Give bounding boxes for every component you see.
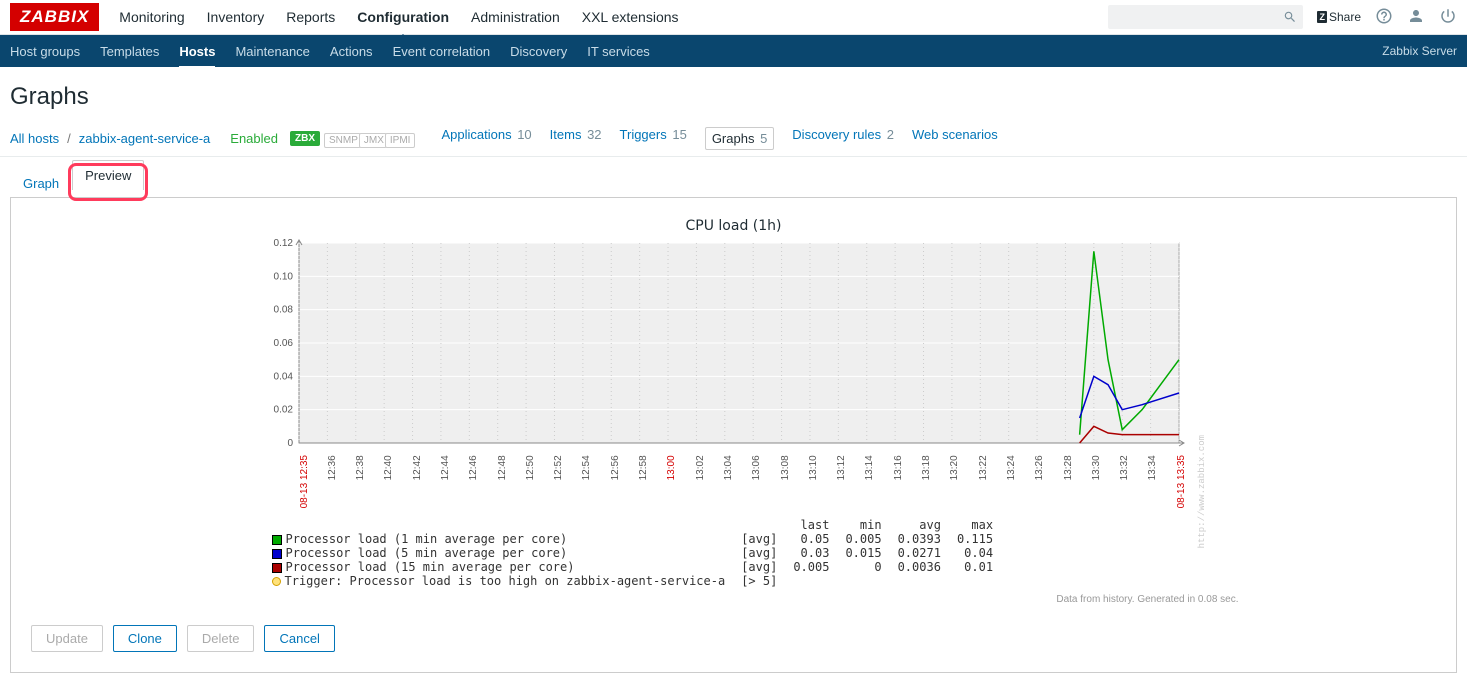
subnav-item-maintenance[interactable]: Maintenance (235, 37, 309, 66)
x-tick: 13:02 (695, 455, 723, 508)
x-tick: 08-13 12:35 (299, 455, 327, 508)
host-nav-web-scenarios[interactable]: Web scenarios (912, 127, 998, 150)
legend-row: Processor load (1 min average per core)[… (264, 532, 1002, 546)
search-input[interactable] (1108, 5, 1303, 29)
interface-badge-ipmi: IPMI (385, 133, 416, 148)
sub-nav: Host groups Templates Hosts Maintenance Acti… (0, 35, 1467, 67)
x-tick: 12:52 (553, 455, 581, 508)
topnav-item-inventory[interactable]: Inventory (207, 1, 265, 33)
subnav-item-it-services[interactable]: IT services (587, 37, 650, 66)
legend-trigger-row: Trigger: Processor load is too high on z… (264, 574, 1002, 588)
x-tick: 12:54 (581, 455, 609, 508)
x-tick: 13:06 (751, 455, 779, 508)
topnav-item-administration[interactable]: Administration (471, 1, 560, 33)
x-tick: 13:12 (836, 455, 864, 508)
svg-text:0.10: 0.10 (273, 271, 293, 282)
logo: ZABBIX (10, 3, 99, 31)
x-tick: 13:24 (1006, 455, 1034, 508)
x-tick: 12:42 (412, 455, 440, 508)
host-nav-discovery-rules[interactable]: Discovery rules 2 (792, 127, 894, 150)
watermark: http://www.zabbix.com (1197, 435, 1207, 548)
share-link[interactable]: ZShare (1317, 10, 1361, 24)
user-icon[interactable] (1407, 7, 1425, 28)
host-nav-applications[interactable]: Applications 10 (441, 127, 531, 150)
clone-button[interactable]: Clone (113, 625, 177, 652)
topnav-item-configuration[interactable]: Configuration (357, 1, 449, 33)
x-tick: 12:44 (440, 455, 468, 508)
x-tick: 13:08 (780, 455, 808, 508)
chart-legend: lastminavgmaxProcessor load (1 min avera… (264, 518, 1204, 588)
host-nav-triggers[interactable]: Triggers 15 (620, 127, 687, 150)
search-box (1108, 5, 1303, 29)
svg-text:0.06: 0.06 (273, 338, 293, 349)
x-tick: 12:40 (383, 455, 411, 508)
x-tick: 12:58 (638, 455, 666, 508)
svg-text:0.08: 0.08 (273, 305, 293, 316)
host-nav-bar: All hosts / zabbix-agent-service-a Enabl… (0, 121, 1467, 157)
tab-content: CPU load (1h) 00.020.040.060.080.100.12 … (10, 198, 1457, 673)
x-tick: 12:46 (468, 455, 496, 508)
x-tick: 13:10 (808, 455, 836, 508)
zbx-badge: ZBX (290, 131, 320, 146)
x-tick: 13:28 (1063, 455, 1091, 508)
x-tick: 13:26 (1034, 455, 1062, 508)
x-tick: 12:36 (327, 455, 355, 508)
tabs: Graph Preview (10, 167, 1457, 198)
x-tick: 13:18 (921, 455, 949, 508)
cancel-button[interactable]: Cancel (264, 625, 334, 652)
legend-row: Processor load (15 min average per core)… (264, 560, 1002, 574)
subnav-item-event-correlation[interactable]: Event correlation (393, 37, 491, 66)
logout-icon[interactable] (1439, 7, 1457, 28)
subnav-item-host-groups[interactable]: Host groups (10, 37, 80, 66)
tab-graph[interactable]: Graph (10, 168, 72, 198)
action-buttons: Update Clone Delete Cancel (31, 625, 1436, 652)
x-tick: 13:16 (893, 455, 921, 508)
host-nav-graphs[interactable]: Graphs 5 (705, 127, 774, 150)
page-title: Graphs (0, 67, 1467, 121)
x-tick: 13:32 (1119, 455, 1147, 508)
chart-title: CPU load (1h) (686, 218, 782, 234)
tab-preview[interactable]: Preview (72, 160, 144, 190)
host-link[interactable]: zabbix-agent-service-a (79, 131, 211, 146)
topnav-item-monitoring[interactable]: Monitoring (119, 1, 184, 33)
subnav-item-templates[interactable]: Templates (100, 37, 159, 66)
legend-row: Processor load (5 min average per core)[… (264, 546, 1002, 560)
subnav-item-actions[interactable]: Actions (330, 37, 373, 66)
enabled-label: Enabled (230, 131, 278, 146)
topnav-item-xxl-extensions[interactable]: XXL extensions (582, 1, 679, 33)
x-tick: 13:04 (723, 455, 751, 508)
chart: 00.020.040.060.080.100.12 08-13 12:3512:… (249, 238, 1189, 448)
all-hosts-link[interactable]: All hosts (10, 131, 59, 146)
x-tick: 12:50 (525, 455, 553, 508)
help-icon[interactable] (1375, 7, 1393, 28)
x-tick: 13:20 (949, 455, 977, 508)
main-content: Graph Preview CPU load (1h) 0 0.02 0.04 0.0… (0, 157, 1467, 683)
x-tick: 12:38 (355, 455, 383, 508)
top-nav: ZABBIX Monitoring Inventory Reports Configu… (0, 0, 1467, 35)
x-tick: 12:48 (497, 455, 525, 508)
x-tick: 13:34 (1147, 455, 1175, 508)
svg-text:0: 0 (287, 438, 293, 448)
x-tick: 12:56 (610, 455, 638, 508)
subnav-item-discovery[interactable]: Discovery (510, 37, 567, 66)
x-tick: 13:22 (978, 455, 1006, 508)
update-button: Update (31, 625, 103, 652)
x-tick: 13:00 (666, 455, 694, 508)
topnav-item-reports[interactable]: Reports (286, 1, 335, 33)
svg-text:0.02: 0.02 (273, 405, 293, 416)
x-tick: 13:30 (1091, 455, 1119, 508)
chart-footer: Data from history. Generated in 0.08 sec… (229, 594, 1239, 605)
delete-button: Delete (187, 625, 255, 652)
svg-text:0.12: 0.12 (273, 238, 293, 249)
x-tick: 13:14 (864, 455, 892, 508)
interface-badge-snmp: SNMP (324, 133, 363, 148)
search-icon[interactable] (1283, 10, 1297, 24)
svg-text:0.04: 0.04 (273, 371, 293, 382)
subnav-item-hosts[interactable]: Hosts (179, 37, 215, 69)
server-label: Zabbix Server (1382, 44, 1457, 58)
host-nav-items[interactable]: Items 32 (550, 127, 602, 150)
